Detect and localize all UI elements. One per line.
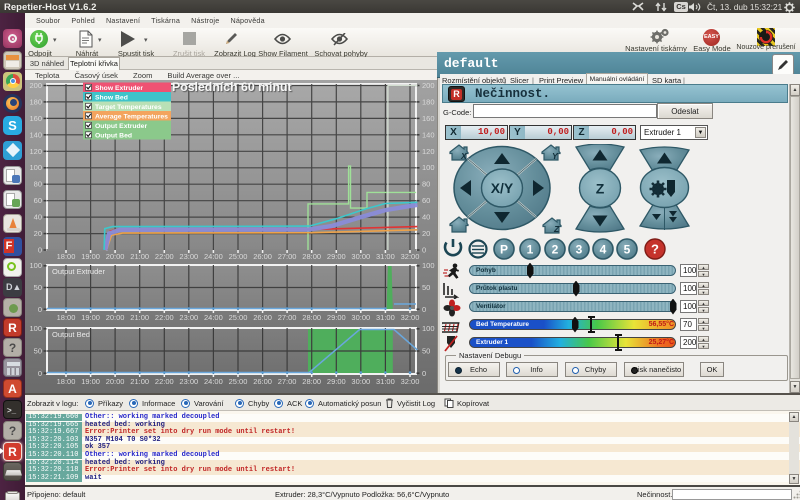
svg-text:50: 50 [34, 283, 42, 292]
svg-text:28:00: 28:00 [302, 252, 321, 261]
svg-text:18:00: 18:00 [57, 313, 76, 322]
svg-text:21:00: 21:00 [130, 252, 149, 261]
svg-text:20: 20 [422, 229, 430, 238]
svg-text:100: 100 [29, 163, 42, 172]
svg-text:29:00: 29:00 [327, 313, 346, 322]
svg-text:?: ? [651, 242, 659, 257]
svg-text:3: 3 [576, 243, 583, 257]
svg-text:100: 100 [422, 261, 435, 270]
svg-text:100: 100 [29, 261, 42, 270]
svg-text:20:00: 20:00 [106, 377, 125, 386]
svg-text:18:00: 18:00 [57, 252, 76, 261]
svg-text:26:00: 26:00 [253, 377, 272, 386]
svg-text:25:00: 25:00 [229, 252, 248, 261]
svg-text:0: 0 [38, 246, 42, 255]
svg-text:1: 1 [527, 243, 534, 257]
svg-text:22:00: 22:00 [155, 252, 174, 261]
svg-text:2: 2 [552, 243, 559, 257]
svg-text:27:00: 27:00 [278, 377, 297, 386]
svg-text:19:00: 19:00 [81, 313, 100, 322]
svg-text:26:00: 26:00 [253, 252, 272, 261]
svg-text:32:00: 32:00 [401, 377, 420, 386]
svg-text:40: 40 [422, 213, 430, 222]
svg-text:100: 100 [422, 324, 435, 333]
svg-text:180: 180 [422, 97, 435, 106]
svg-text:4: 4 [600, 243, 607, 257]
svg-text:0: 0 [38, 369, 42, 378]
svg-text:Z: Z [596, 181, 605, 197]
svg-text:160: 160 [422, 114, 435, 123]
svg-text:120: 120 [422, 147, 435, 156]
svg-text:31:00: 31:00 [376, 377, 395, 386]
svg-text:Output Extruder: Output Extruder [52, 267, 105, 276]
svg-text:20:00: 20:00 [106, 313, 125, 322]
svg-text:100: 100 [422, 163, 435, 172]
svg-text:20: 20 [34, 229, 42, 238]
svg-text:30:00: 30:00 [351, 252, 370, 261]
svg-text:80: 80 [34, 180, 42, 189]
svg-text:Output Bed: Output Bed [52, 330, 90, 339]
svg-text:25:00: 25:00 [229, 377, 248, 386]
svg-text:100: 100 [29, 324, 42, 333]
svg-text:50: 50 [34, 347, 42, 356]
svg-text:60: 60 [34, 196, 42, 205]
svg-text:24:00: 24:00 [204, 377, 223, 386]
svg-text:120: 120 [29, 147, 42, 156]
svg-text:0: 0 [422, 246, 426, 255]
svg-text:30:00: 30:00 [351, 313, 370, 322]
svg-text:X/Y: X/Y [491, 180, 514, 196]
svg-text:24:00: 24:00 [204, 313, 223, 322]
svg-text:30:00: 30:00 [351, 377, 370, 386]
svg-text:22:00: 22:00 [155, 377, 174, 386]
svg-text:Posledních 60 minut: Posledních 60 minut [172, 80, 292, 94]
svg-text:21:00: 21:00 [130, 313, 149, 322]
svg-text:0: 0 [422, 369, 426, 378]
svg-text:200: 200 [29, 81, 42, 90]
svg-text:19:00: 19:00 [81, 252, 100, 261]
svg-text:80: 80 [422, 180, 430, 189]
svg-text:P: P [500, 243, 508, 257]
svg-text:140: 140 [29, 130, 42, 139]
svg-text:Show Extruder: Show Extruder [95, 85, 143, 92]
svg-text:Target Temperatures: Target Temperatures [95, 104, 162, 111]
svg-text:24:00: 24:00 [204, 252, 223, 261]
svg-text:200: 200 [422, 81, 435, 90]
svg-text:0: 0 [422, 305, 426, 314]
svg-text:23:00: 23:00 [179, 313, 198, 322]
svg-text:180: 180 [29, 97, 42, 106]
svg-text:27:00: 27:00 [278, 313, 297, 322]
svg-text:31:00: 31:00 [376, 252, 395, 261]
svg-text:0: 0 [38, 305, 42, 314]
svg-text:5: 5 [624, 243, 631, 257]
svg-text:23:00: 23:00 [179, 377, 198, 386]
svg-text:160: 160 [29, 114, 42, 123]
svg-text:18:00: 18:00 [57, 377, 76, 386]
svg-text:21:00: 21:00 [130, 377, 149, 386]
svg-text:23:00: 23:00 [179, 252, 198, 261]
svg-text:20:00: 20:00 [106, 252, 125, 261]
svg-text:28:00: 28:00 [302, 377, 321, 386]
svg-text:Average Temperatures: Average Temperatures [95, 114, 168, 121]
svg-text:Show Bed: Show Bed [95, 95, 128, 102]
svg-text:140: 140 [422, 130, 435, 139]
svg-text:26:00: 26:00 [253, 313, 272, 322]
svg-text:27:00: 27:00 [278, 252, 297, 261]
svg-text:Z: Z [553, 224, 560, 234]
svg-text:32:00: 32:00 [401, 313, 420, 322]
svg-text:19:00: 19:00 [81, 377, 100, 386]
svg-text:25:00: 25:00 [229, 313, 248, 322]
svg-text:50: 50 [422, 347, 430, 356]
svg-text:40: 40 [34, 213, 42, 222]
svg-text:22:00: 22:00 [155, 313, 174, 322]
svg-text:31:00: 31:00 [376, 313, 395, 322]
svg-text:32:00: 32:00 [401, 252, 420, 261]
svg-text:28:00: 28:00 [302, 313, 321, 322]
svg-text:29:00: 29:00 [327, 377, 346, 386]
svg-text:50: 50 [422, 283, 430, 292]
svg-text:Output Extruder: Output Extruder [95, 123, 147, 130]
svg-text:29:00: 29:00 [327, 252, 346, 261]
svg-text:60: 60 [422, 196, 430, 205]
svg-text:Output Bed: Output Bed [95, 133, 132, 140]
